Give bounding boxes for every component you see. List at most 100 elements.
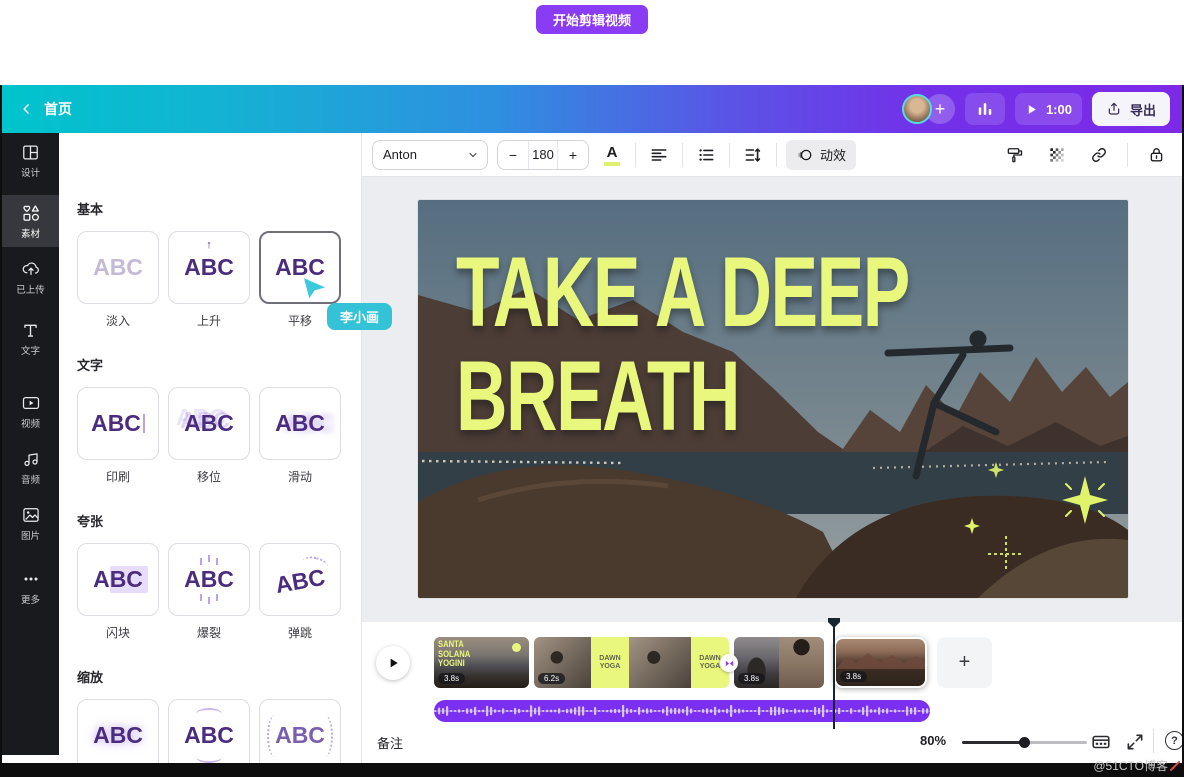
rail-item-audio[interactable]: 音频 — [2, 443, 59, 491]
lock-button[interactable] — [1142, 140, 1170, 170]
chevron-left-icon — [20, 102, 34, 116]
clip-thumbnail — [629, 637, 691, 688]
link-icon — [1089, 145, 1109, 165]
preview-play-button[interactable]: 1:00 — [1015, 93, 1082, 125]
animate-label: 动效 — [820, 145, 846, 164]
anim-card-burst[interactable]: ABC — [168, 543, 250, 616]
anim-card-shift[interactable]: ABC — [168, 387, 250, 460]
section-title-text: 文字 — [77, 355, 361, 374]
text-align-button[interactable] — [645, 140, 673, 170]
rail-item-more[interactable]: 更多 — [2, 563, 59, 611]
clip-duration-badge: 3.8s — [840, 671, 867, 682]
anim-card-fade-in[interactable]: ABC — [77, 231, 159, 304]
insights-button[interactable] — [965, 93, 1005, 125]
transparency-button[interactable] — [1043, 140, 1071, 170]
grid-view-button[interactable] — [1090, 731, 1112, 758]
plus-icon: + — [935, 99, 946, 120]
anim-card-flash-block[interactable]: ABC — [77, 543, 159, 616]
anim-card-spin-zoom[interactable]: ABC — [259, 699, 341, 763]
timeline-clip-3[interactable]: 3.8s — [734, 637, 824, 688]
rail-item-design[interactable]: 设计 — [2, 137, 59, 185]
design-icon — [21, 143, 40, 162]
footer-bar — [0, 763, 1184, 777]
anim-card-pulse-zoom[interactable]: ABC — [168, 699, 250, 763]
rail-item-photos[interactable]: 图片 — [2, 499, 59, 547]
transparency-icon — [1047, 145, 1067, 165]
timeline-clip-2[interactable]: DAWN YOGA DAWN YOGA 6.2s — [534, 637, 729, 688]
section-title-exaggerate: 夸张 — [77, 511, 361, 530]
link-button[interactable] — [1085, 140, 1113, 170]
help-button[interactable]: ? — [1165, 731, 1184, 750]
clip-duration-badge: 6.2s — [538, 673, 565, 684]
canvas-area: TAKE A DEEP BREATH — [362, 177, 1184, 622]
avatar[interactable] — [902, 94, 932, 124]
export-icon — [1106, 101, 1122, 117]
font-size-increase-button[interactable]: + — [558, 141, 588, 169]
export-button[interactable]: 导出 — [1092, 92, 1170, 126]
spacing-button[interactable] — [739, 140, 767, 170]
animations-panel: 基本 ABC 淡入 ABC 上升 ABC 平移 — [59, 133, 362, 763]
anim-card-echo-zoom[interactable]: ABC — [77, 699, 159, 763]
font-size-value[interactable]: 180 — [528, 141, 558, 169]
more-icon — [21, 569, 41, 589]
text-color-letter: A — [607, 144, 618, 161]
slider-knob[interactable] — [1019, 737, 1030, 748]
font-size-stepper: − 180 + — [497, 140, 589, 170]
animate-button[interactable]: 动效 — [786, 140, 856, 170]
font-size-decrease-button[interactable]: − — [498, 141, 528, 169]
editor-content: Anton − 180 + A — [362, 133, 1184, 763]
anim-card-typewriter[interactable]: ABC — [77, 387, 159, 460]
back-home-button[interactable]: 首页 — [20, 99, 72, 119]
format-painter-button[interactable] — [1001, 140, 1029, 170]
transition-button[interactable] — [720, 654, 738, 672]
animate-icon — [796, 146, 814, 164]
photos-icon — [21, 505, 41, 525]
text-color-button[interactable]: A — [598, 140, 626, 170]
grid-view-icon — [1090, 731, 1112, 753]
watermark-logo-icon — [1170, 761, 1180, 771]
video-canvas[interactable]: TAKE A DEEP BREATH — [418, 200, 1128, 598]
anim-card-slide[interactable]: ABC — [259, 387, 341, 460]
start-editing-button[interactable]: 开始剪辑视频 — [536, 5, 648, 34]
chevron-down-icon — [467, 149, 479, 161]
line-spacing-icon — [743, 145, 763, 165]
notes-label[interactable]: 备注 — [377, 733, 403, 752]
canvas-headline[interactable]: TAKE A DEEP BREATH — [456, 240, 909, 448]
cursor-arrow-icon — [300, 275, 330, 303]
align-left-icon — [649, 145, 669, 165]
app-header: 首页 + 1:00 导出 — [2, 85, 1182, 133]
toolbar-divider — [635, 143, 636, 167]
app-window: 首页 + 1:00 导出 — [0, 85, 1184, 763]
play-icon — [1025, 103, 1038, 116]
add-clip-button[interactable]: + — [937, 637, 992, 688]
audio-waveform — [434, 700, 930, 722]
list-button[interactable] — [692, 140, 720, 170]
paint-roller-icon — [1005, 145, 1025, 165]
fullscreen-button[interactable] — [1125, 732, 1145, 757]
rail-item-text[interactable]: 文字 — [2, 315, 59, 363]
section-title-zoom: 缩放 — [77, 667, 361, 686]
timeline-zoom-slider[interactable] — [962, 741, 1087, 744]
title-card: DAWN YOGA — [591, 637, 629, 688]
headline-line-1: TAKE A DEEP — [456, 240, 909, 344]
timeline-clip-1[interactable]: SANTA SOLANA YOGINI 3.8s — [434, 637, 529, 688]
font-family-select[interactable]: Anton — [372, 140, 488, 170]
help-icon: ? — [1171, 735, 1178, 747]
elements-icon — [21, 203, 41, 223]
font-family-value: Anton — [383, 147, 417, 162]
toolbar-divider — [1127, 143, 1128, 167]
audio-track[interactable] — [434, 700, 930, 722]
plus-icon: + — [569, 147, 577, 163]
timeline-play-button[interactable] — [376, 646, 410, 680]
rail-item-video[interactable]: 视频 — [2, 387, 59, 435]
anim-card-rise[interactable]: ABC — [168, 231, 250, 304]
export-label: 导出 — [1130, 100, 1156, 119]
timeline-clip-4-selected[interactable]: 3.8s — [834, 637, 927, 688]
anim-card-bounce[interactable]: ABC — [259, 543, 341, 616]
rail-item-uploads[interactable]: 已上传 — [2, 253, 59, 301]
slider-track-empty — [1024, 741, 1087, 744]
rail-item-elements[interactable]: 素材 — [2, 195, 59, 247]
toolbar-divider — [729, 143, 730, 167]
playhead-line[interactable] — [833, 626, 835, 729]
text-toolbar: Anton − 180 + A — [362, 133, 1184, 177]
